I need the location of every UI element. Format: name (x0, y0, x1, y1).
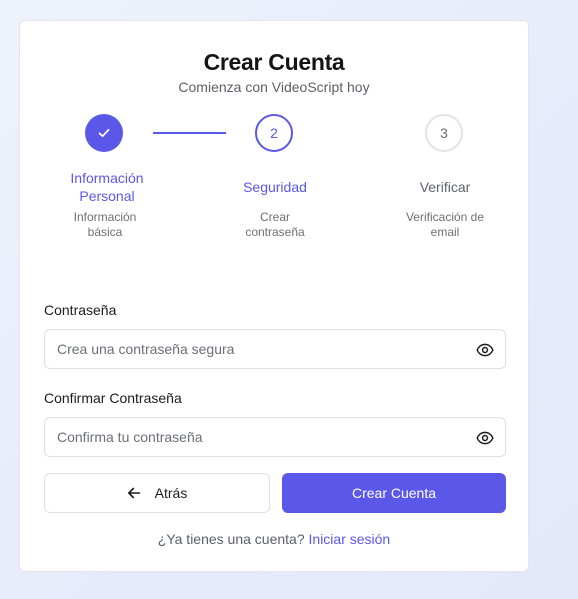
check-icon (98, 128, 110, 138)
arrow-left-icon (127, 487, 140, 499)
create-account-button-label: Crear Cuenta (351, 485, 437, 501)
page-subtitle: Comienza con VideoScript hoy (178, 79, 370, 95)
step-2-description: Crear contraseña (245, 210, 305, 239)
step-3-number: 3 (440, 125, 448, 141)
login-prompt-text: ¿Ya tienes una cuenta? (157, 531, 305, 547)
step-2-title: Seguridad (243, 179, 307, 195)
login-prompt: ¿Ya tienes una cuenta? Iniciar sesión (20, 531, 528, 547)
step-1-description: Información básica (73, 210, 137, 239)
create-account-button[interactable]: Crear Cuenta (282, 473, 506, 513)
back-button[interactable]: Atrás (44, 473, 270, 513)
step-1-title: Información Personal (70, 170, 144, 204)
step-connector-1-2 (153, 132, 226, 134)
step-1-circle (85, 114, 123, 152)
confirm-password-input[interactable] (57, 418, 457, 456)
back-button-label: Atrás (154, 485, 188, 501)
confirm-password-label: Confirmar Contraseña (44, 390, 182, 406)
step-3-circle: 3 (425, 114, 463, 152)
step-2-circle: 2 (255, 114, 293, 152)
step-2-number: 2 (270, 125, 278, 141)
step-3-description: Verificación de email (405, 210, 485, 239)
password-field (44, 329, 506, 369)
password-input[interactable] (57, 330, 457, 368)
confirm-password-field (44, 417, 506, 457)
signup-card: Crear Cuenta Comienza con VideoScript ho… (19, 20, 529, 572)
login-link[interactable]: Iniciar sesión (309, 531, 391, 547)
page-title: Crear Cuenta (203, 49, 345, 75)
eye-icon[interactable] (476, 341, 494, 359)
password-label: Contraseña (44, 302, 117, 318)
step-3-title: Verificar (419, 179, 471, 195)
eye-icon[interactable] (476, 429, 494, 447)
